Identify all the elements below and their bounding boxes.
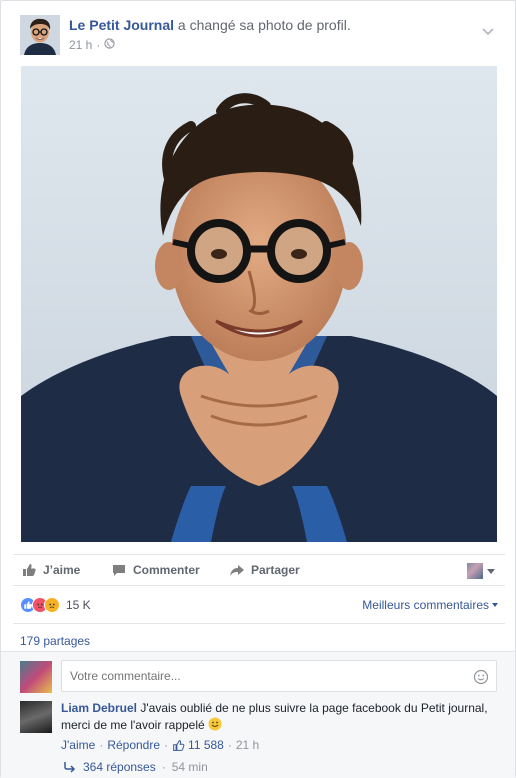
audience-selector[interactable] <box>467 563 495 579</box>
replies-count: 364 réponses <box>83 760 156 774</box>
thumbs-up-icon <box>23 564 36 576</box>
comment-label: Commenter <box>133 563 200 577</box>
thumbs-up-icon <box>173 739 185 751</box>
share-label: Partager <box>251 563 300 577</box>
reaction-count[interactable]: 15 K <box>66 598 91 612</box>
smiley-emoji-icon <box>208 717 222 732</box>
comment-icon <box>113 565 125 576</box>
emoji-icon[interactable] <box>473 669 489 685</box>
commenter-avatar[interactable] <box>20 701 52 733</box>
reply-arrow-icon <box>64 762 76 773</box>
post-timestamp[interactable]: 21 h <box>69 38 92 52</box>
comment-like-link[interactable]: J'aime <box>61 738 95 752</box>
post-header: Le Petit Journal a changé sa photo de pr… <box>20 15 500 55</box>
caret-down-icon <box>487 568 495 574</box>
separator: · <box>161 760 166 774</box>
like-button[interactable]: J’aime <box>21 562 80 578</box>
feed-post: Le Petit Journal a changé sa photo de pr… <box>0 0 516 778</box>
comment-author[interactable]: Liam Debruel <box>61 701 137 715</box>
current-user-avatar <box>20 661 52 693</box>
like-label: J’aime <box>43 563 81 577</box>
comment-reply-link[interactable]: Répondre <box>107 738 160 752</box>
view-replies[interactable]: 364 réponses · 54 min <box>63 760 208 774</box>
user-avatar <box>467 563 483 579</box>
comment-input[interactable] <box>61 660 497 692</box>
separator: · <box>99 738 104 752</box>
sad-reaction-icon <box>44 597 60 613</box>
reactions-summary: 15 K Meilleurs commentaires <box>20 595 498 615</box>
comment-button[interactable]: Commenter <box>111 562 200 578</box>
comment-likes-value: 11 588 <box>188 738 224 752</box>
comment-actions: J'aime · Répondre · 11 588 · 21 h <box>61 738 259 752</box>
comments-section: Liam Debruel J'avais oublié de ne plus s… <box>1 651 515 778</box>
profile-photo[interactable] <box>21 66 497 542</box>
divider <box>13 623 505 624</box>
globe-icon <box>104 38 115 52</box>
meta-separator: · <box>96 38 101 52</box>
reaction-icons[interactable] <box>20 597 60 613</box>
shares-count[interactable]: 179 partages <box>20 634 90 648</box>
comment-like-count[interactable]: 11 588 <box>172 738 224 752</box>
comment-body: Liam Debruel J'avais oublié de ne plus s… <box>61 700 491 734</box>
comment-sort-dropdown[interactable]: Meilleurs commentaires <box>362 598 498 612</box>
caret-down-icon <box>492 603 498 607</box>
comment-timestamp[interactable]: 21 h <box>236 738 259 752</box>
share-button[interactable]: Partager <box>229 562 300 578</box>
replies-timestamp: 54 min <box>171 760 208 774</box>
page-name-link[interactable]: Le Petit Journal <box>69 17 174 33</box>
page-avatar[interactable] <box>20 15 60 55</box>
share-icon <box>230 565 244 576</box>
chevron-down-icon[interactable] <box>481 25 495 39</box>
post-action-text: a changé sa photo de profil. <box>177 17 351 33</box>
post-actions-bar: J’aime Commenter Partager <box>13 554 505 586</box>
separator: · <box>227 738 232 752</box>
separator: · <box>164 738 169 752</box>
post-title: Le Petit Journal a changé sa photo de pr… <box>69 17 351 33</box>
comment-sort-label: Meilleurs commentaires <box>362 598 489 612</box>
post-meta: 21 h · <box>69 38 115 52</box>
